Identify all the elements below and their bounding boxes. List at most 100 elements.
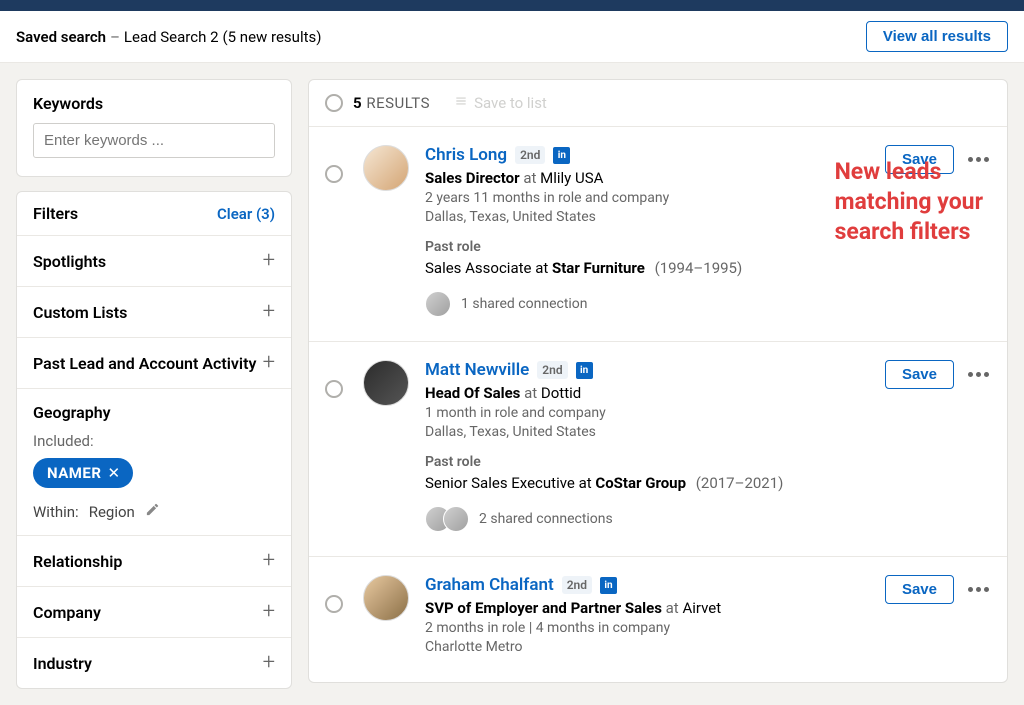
plus-icon[interactable]: + bbox=[263, 301, 275, 323]
tenure: 2 months in role | 4 months in company bbox=[425, 620, 885, 636]
job-title-line: Head Of Sales at Dottid bbox=[425, 384, 885, 402]
lead-body: Graham Chalfant 2nd in SVP of Employer a… bbox=[425, 575, 885, 658]
close-icon[interactable]: ✕ bbox=[107, 464, 120, 482]
search-name: Lead Search 2 bbox=[124, 28, 219, 46]
tenure: 2 years 11 months in role and company bbox=[425, 190, 885, 206]
saved-search-title: Saved search – Lead Search 2 (5 new resu… bbox=[16, 28, 321, 46]
linkedin-icon[interactable]: in bbox=[553, 147, 570, 164]
past-company: Star Furniture bbox=[552, 259, 645, 277]
past-title: Senior Sales Executive at bbox=[425, 474, 595, 492]
filter-label: Industry bbox=[33, 654, 92, 673]
shared-connections[interactable]: 2 shared connections bbox=[425, 506, 885, 532]
filter-spotlights[interactable]: Spotlights + bbox=[17, 235, 291, 286]
saved-search-label: Saved search bbox=[16, 28, 106, 46]
lead-checkbox[interactable] bbox=[325, 595, 343, 613]
plus-icon[interactable]: + bbox=[263, 601, 275, 623]
lead-actions: Save bbox=[885, 360, 991, 389]
keywords-title: Keywords bbox=[33, 94, 275, 113]
save-lead-button[interactable]: Save bbox=[885, 575, 954, 604]
linkedin-icon[interactable]: in bbox=[600, 577, 617, 594]
filters-card: Filters Clear (3) Spotlights + Custom Li… bbox=[16, 191, 292, 689]
filter-company[interactable]: Company + bbox=[17, 586, 291, 637]
filter-label: Company bbox=[33, 603, 101, 622]
clear-filters-link[interactable]: Clear (3) bbox=[217, 205, 275, 223]
view-all-results-button[interactable]: View all results bbox=[866, 21, 1008, 52]
past-title: Sales Associate at bbox=[425, 259, 552, 277]
filter-label: Spotlights bbox=[33, 252, 106, 271]
at-text: at bbox=[523, 169, 540, 187]
dash: – bbox=[110, 28, 120, 46]
geography-title: Geography bbox=[33, 403, 275, 422]
plus-icon[interactable]: + bbox=[263, 550, 275, 572]
filter-label: Past Lead and Account Activity bbox=[33, 354, 256, 373]
save-lead-button[interactable]: Save bbox=[885, 145, 954, 174]
lead-body: Matt Newville 2nd in Head Of Sales at Do… bbox=[425, 360, 885, 532]
filter-industry[interactable]: Industry + bbox=[17, 637, 291, 688]
lead-actions: Save bbox=[885, 575, 991, 604]
job-title-line: SVP of Employer and Partner Sales at Air… bbox=[425, 599, 885, 617]
lead-name-link[interactable]: Chris Long bbox=[425, 145, 507, 165]
more-actions-icon[interactable] bbox=[966, 583, 991, 596]
lead-checkbox[interactable] bbox=[325, 380, 343, 398]
past-company: CoStar Group bbox=[595, 474, 686, 492]
past-role-label: Past role bbox=[425, 454, 885, 470]
within-value: Region bbox=[89, 503, 135, 521]
past-role: Senior Sales Executive at CoStar Group (… bbox=[425, 474, 885, 492]
more-actions-icon[interactable] bbox=[966, 368, 991, 381]
save-lead-button[interactable]: Save bbox=[885, 360, 954, 389]
company-name: Dottid bbox=[541, 384, 581, 402]
filter-past-activity[interactable]: Past Lead and Account Activity + bbox=[17, 337, 291, 388]
degree-badge: 2nd bbox=[537, 361, 567, 379]
filter-label: Custom Lists bbox=[33, 303, 127, 322]
lead-avatar[interactable] bbox=[363, 360, 409, 406]
geography-pill-namer[interactable]: NAMER ✕ bbox=[33, 458, 133, 488]
lead-name-link[interactable]: Graham Chalfant bbox=[425, 575, 554, 595]
past-role-label: Past role bbox=[425, 239, 885, 255]
plus-icon[interactable]: + bbox=[263, 652, 275, 674]
filter-relationship[interactable]: Relationship + bbox=[17, 535, 291, 586]
included-label: Included: bbox=[33, 432, 275, 450]
filter-label: Relationship bbox=[33, 552, 122, 571]
past-years: (2017–2021) bbox=[696, 474, 784, 492]
lead-avatar[interactable] bbox=[363, 145, 409, 191]
more-actions-icon[interactable] bbox=[966, 153, 991, 166]
keywords-input[interactable] bbox=[33, 123, 275, 158]
save-to-list-label: Save to list bbox=[474, 94, 547, 112]
job-title: SVP of Employer and Partner Sales bbox=[425, 599, 662, 617]
linkedin-icon[interactable]: in bbox=[576, 362, 593, 379]
within-row: Within: Region bbox=[33, 502, 275, 521]
filter-geography: Geography Included: NAMER ✕ Within: Regi… bbox=[17, 388, 291, 535]
company-name: Mlily USA bbox=[540, 169, 603, 187]
results-label: RESULTS bbox=[366, 94, 430, 112]
lead-name-link[interactable]: Matt Newville bbox=[425, 360, 529, 380]
new-results-count: (5 new results) bbox=[223, 28, 322, 46]
top-nav-bar bbox=[0, 0, 1024, 11]
degree-badge: 2nd bbox=[515, 146, 545, 164]
connections-text: 1 shared connection bbox=[461, 296, 588, 312]
pencil-icon[interactable] bbox=[145, 502, 160, 521]
save-to-list-button[interactable]: Save to list bbox=[454, 94, 547, 112]
select-all-checkbox[interactable] bbox=[325, 94, 343, 112]
results-header: 5 RESULTS Save to list bbox=[309, 80, 1007, 127]
connection-avatar-icon bbox=[443, 506, 469, 532]
shared-connections[interactable]: 1 shared connection bbox=[425, 291, 885, 317]
connections-text: 2 shared connections bbox=[479, 511, 613, 527]
past-years: (1994–1995) bbox=[655, 259, 743, 277]
results-number: 5 bbox=[353, 94, 362, 112]
pill-text: NAMER bbox=[47, 464, 101, 482]
at-text: at bbox=[524, 384, 541, 402]
lead-checkbox[interactable] bbox=[325, 165, 343, 183]
location: Dallas, Texas, United States bbox=[425, 209, 885, 225]
results-count: 5 RESULTS bbox=[353, 94, 430, 112]
company-name: Airvet bbox=[682, 599, 721, 617]
plus-icon[interactable]: + bbox=[263, 352, 275, 374]
lead-row: Matt Newville 2nd in Head Of Sales at Do… bbox=[309, 342, 1007, 557]
keywords-card: Keywords bbox=[16, 79, 292, 177]
lead-row: Graham Chalfant 2nd in SVP of Employer a… bbox=[309, 557, 1007, 682]
filter-custom-lists[interactable]: Custom Lists + bbox=[17, 286, 291, 337]
lead-avatar[interactable] bbox=[363, 575, 409, 621]
plus-icon[interactable]: + bbox=[263, 250, 275, 272]
location: Charlotte Metro bbox=[425, 639, 885, 655]
list-icon bbox=[454, 94, 468, 112]
lead-body: Chris Long 2nd in Sales Director at Mlil… bbox=[425, 145, 885, 317]
